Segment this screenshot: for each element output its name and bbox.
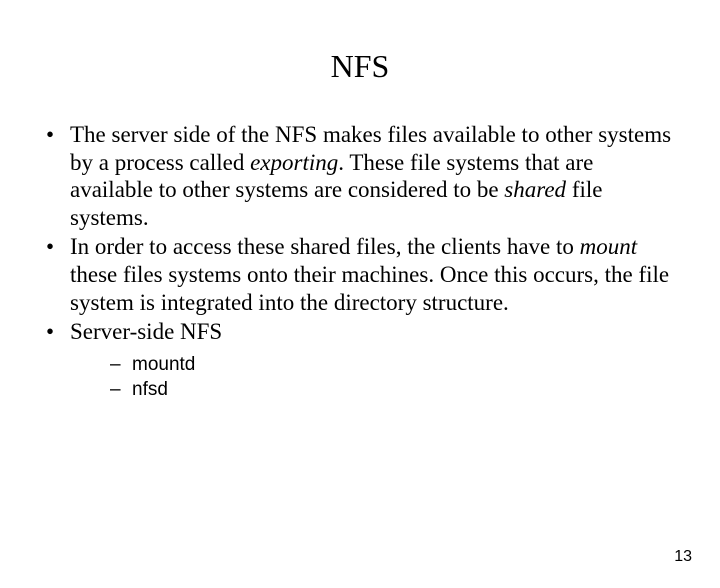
page-number: 13 — [674, 548, 692, 566]
sub-text: nfsd — [132, 379, 168, 400]
bullet-em: shared — [504, 177, 566, 202]
bullet-item: In order to access these shared files, t… — [40, 233, 680, 316]
bullet-text: these files systems onto their machines.… — [70, 262, 669, 315]
sub-text: mountd — [132, 354, 195, 375]
bullet-text: Server-side NFS — [70, 319, 222, 344]
sub-item: nfsd — [110, 379, 680, 402]
slide: NFS The server side of the NFS makes fil… — [0, 48, 720, 588]
slide-body: The server side of the NFS makes files a… — [40, 121, 680, 401]
bullet-list: The server side of the NFS makes files a… — [40, 121, 680, 401]
bullet-em: mount — [580, 234, 638, 259]
slide-title: NFS — [0, 48, 720, 85]
bullet-em: exporting — [250, 150, 338, 175]
sub-item: mountd — [110, 354, 680, 377]
bullet-text: In order to access these shared files, t… — [70, 234, 580, 259]
bullet-item: The server side of the NFS makes files a… — [40, 121, 680, 231]
bullet-item: Server-side NFS mountd nfsd — [40, 318, 680, 401]
sub-list: mountd nfsd — [110, 354, 680, 402]
